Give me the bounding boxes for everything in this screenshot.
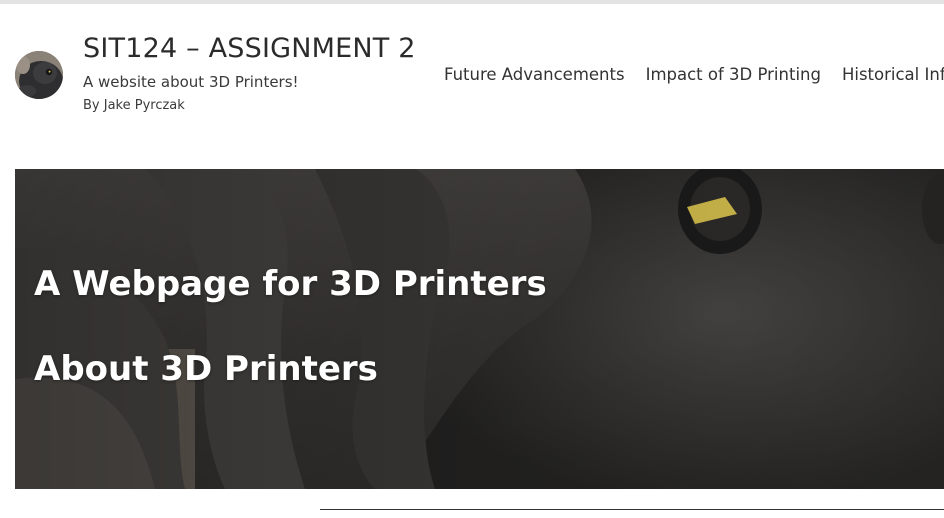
top-border: [0, 0, 944, 4]
hero-heading-secondary: About 3D Printers: [34, 349, 378, 389]
site-byline: By Jake Pyrczak: [83, 98, 185, 113]
section-divider: [320, 509, 944, 510]
site-logo[interactable]: [15, 51, 63, 99]
nav-item-historical-information[interactable]: Historical Inf: [842, 65, 944, 84]
nav-item-impact-of-3d-printing[interactable]: Impact of 3D Printing: [646, 65, 821, 84]
hero-heading-primary: A Webpage for 3D Printers: [34, 264, 547, 304]
site-title[interactable]: SIT124 – ASSIGNMENT 2: [83, 33, 416, 64]
hero-background-image: [15, 169, 944, 489]
nav-item-future-advancements[interactable]: Future Advancements: [444, 65, 625, 84]
site-tagline: A website about 3D Printers!: [83, 73, 299, 91]
primary-navigation: Future Advancements Impact of 3D Printin…: [444, 65, 944, 84]
octopus-avatar-icon: [15, 51, 63, 99]
hero-banner: A Webpage for 3D Printers About 3D Print…: [15, 169, 944, 489]
